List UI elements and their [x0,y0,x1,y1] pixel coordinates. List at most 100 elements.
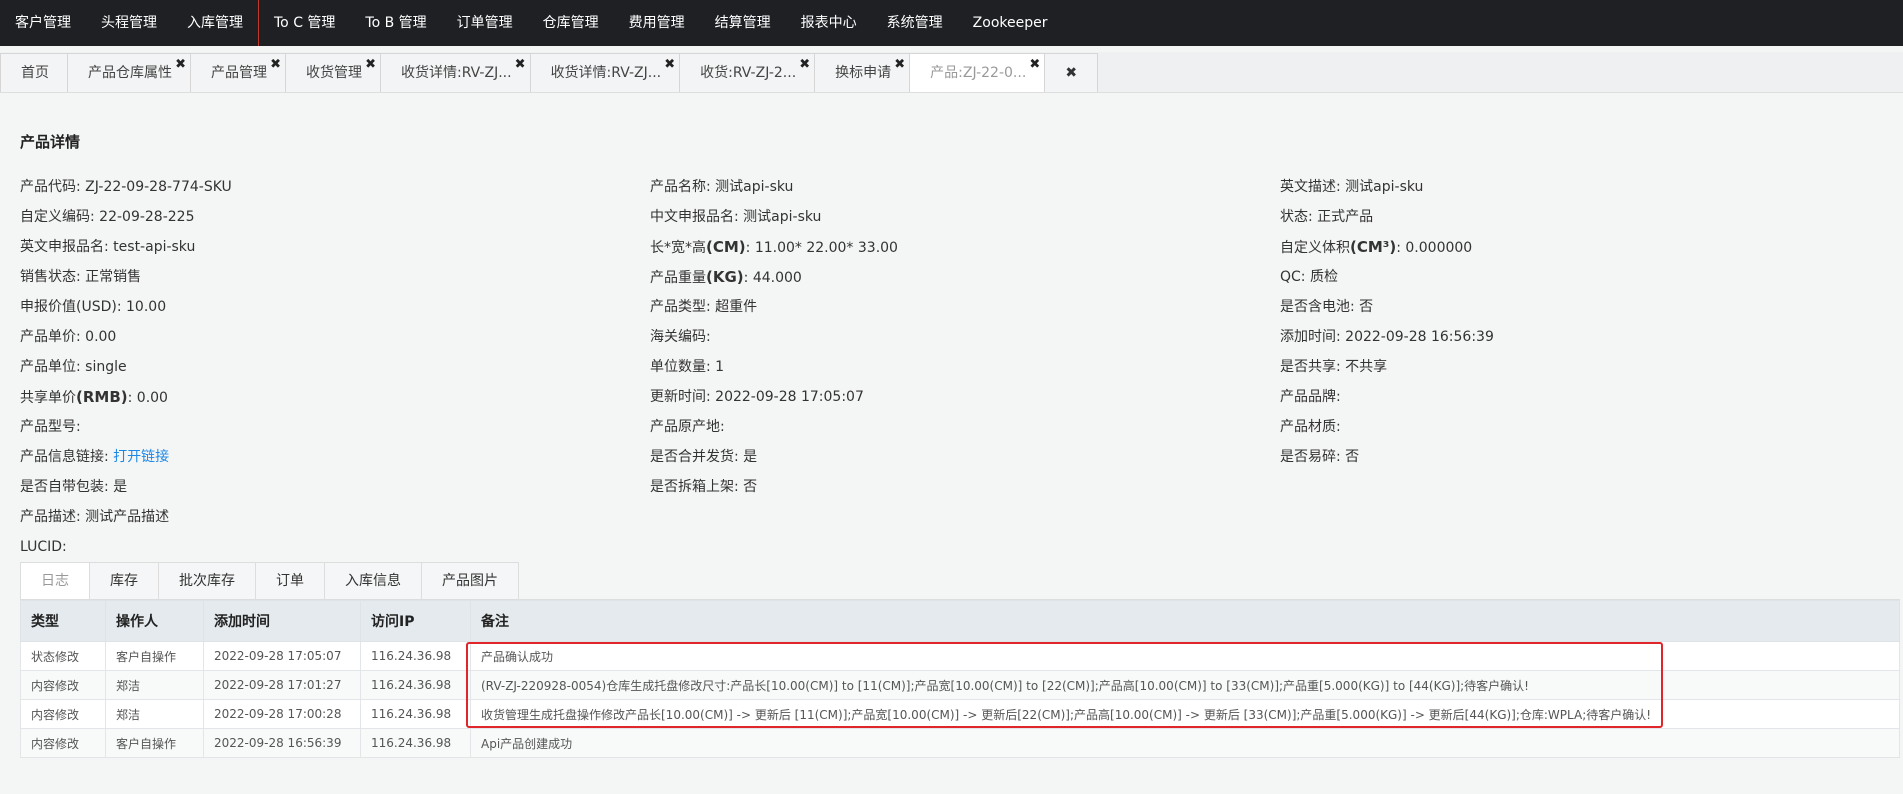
tab-label: 收货:RV-ZJ-2... [700,65,797,81]
detail-label: 是否共享: [1280,359,1346,375]
nav-item-6[interactable]: 仓库管理 [528,0,614,46]
close-icon[interactable]: ✖ [270,45,281,84]
detail-row: 产品描述: 测试产品描述 [20,502,232,532]
detail-row: 产品类型: 超重件 [650,292,898,322]
detail-tab-5[interactable]: 产品图片 [421,562,519,599]
detail-row: LUCID: [20,532,232,562]
detail-label: 产品代码: [20,179,86,195]
detail-value: 22-09-28-225 [99,209,195,225]
detail-label: 产品单价: [20,329,86,345]
tab-label: 产品管理 [211,65,267,81]
nav-item-11[interactable]: Zookeeper [958,0,1063,46]
close-icon[interactable]: ✖ [664,45,675,84]
table-cell: 产品确认成功 [470,641,1900,671]
detail-label: QC: [1280,269,1310,285]
detail-row: 销售状态: 正常销售 [20,262,232,292]
table-cell: 客户自操作 [105,641,204,671]
tab-label: 收货管理 [306,65,362,81]
nav-item-10[interactable]: 系统管理 [872,0,958,46]
top-navigation: 客户管理 头程管理 入库管理 To C 管理 To B 管理 订单管理 仓库管理 费用管理 结算… [0,0,1903,46]
tab-0[interactable]: 首页 [0,53,68,92]
detail-value: 0.000000 [1405,240,1473,256]
detail-label: LUCID: [20,539,67,555]
table-cell: 郑洁 [105,699,204,729]
open-link[interactable]: 打开链接 [113,449,169,465]
detail-label: 申报价值(USD): [20,299,127,315]
detail-row: 长*宽*高(CM): 11.00* 22.00* 33.00 [650,232,898,262]
detail-value: single [85,359,127,375]
detail-tab-4[interactable]: 入库信息 [324,562,422,599]
detail-label: 产品原产地: [650,419,725,435]
detail-row: 是否拆箱上架: 否 [650,472,898,502]
detail-value: 是 [743,449,758,465]
detail-label: 是否合并发货: [650,449,744,465]
detail-label: 单位数量: [650,359,716,375]
close-icon[interactable]: ✖ [894,45,905,84]
nav-item-7[interactable]: 费用管理 [614,0,700,46]
close-all-tabs-button[interactable]: ✖ [1044,53,1099,92]
table-cell: Api产品创建成功 [470,728,1900,758]
nav-item-1[interactable]: 头程管理 [86,0,172,46]
detail-label: 共享单价(RMB): [20,388,137,406]
column-header: 类型 [20,600,106,642]
detail-label: 添加时间: [1280,329,1346,345]
detail-label: 产品单位: [20,359,86,375]
detail-value: 0.00 [85,329,117,345]
table-cell: 116.24.36.98 [360,641,471,671]
detail-row: 是否共享: 不共享 [1280,352,1494,382]
tab-7[interactable]: 换标申请 ✖ [814,53,911,92]
tab-label: 收货详情:RV-ZJ... [550,65,662,81]
detail-value: 1 [715,359,725,375]
detail-row: 自定义体积(CM³): 0.000000 [1280,232,1494,262]
tab-5[interactable]: 收货详情:RV-ZJ... ✖ [529,53,681,92]
tab-label: 首页 [21,65,49,81]
detail-value: 否 [1345,449,1360,465]
detail-row: 是否含电池: 否 [1280,292,1494,322]
nav-item-5[interactable]: 订单管理 [442,0,528,46]
detail-value: 正式产品 [1317,209,1374,225]
tab-1[interactable]: 产品仓库属性 ✖ [67,53,191,92]
detail-row: 产品品牌: [1280,382,1494,412]
close-icon[interactable]: ✖ [515,45,526,84]
close-icon[interactable]: ✖ [175,45,186,84]
nav-item-8[interactable]: 结算管理 [700,0,786,46]
close-icon[interactable]: ✖ [365,45,376,84]
page-tab-bar: 首页 产品仓库属性 ✖ 产品管理 ✖ 收货管理 ✖ 收货详情:RV-ZJ... ✖ 收货详情:RV… [0,52,1903,93]
tab-4[interactable]: 收货详情:RV-ZJ... ✖ [380,53,531,92]
nav-item-9[interactable]: 报表中心 [786,0,872,46]
detail-row: 产品重量(KG): 44.000 [650,262,898,292]
detail-value: test-api-sku [113,239,196,255]
detail-value: 否 [1359,299,1374,315]
detail-column-3: 英文描述: 测试api-sku 状态: 正式产品 自定义体积(CM³): 0.000… [1280,172,1494,472]
detail-row: 英文申报品名: test-api-sku [20,232,232,262]
detail-label: 自定义编码: [20,209,100,225]
close-icon[interactable]: ✖ [799,45,810,84]
tab-6[interactable]: 收货:RV-ZJ-2... ✖ [679,53,816,92]
detail-label: 产品名称: [650,179,716,195]
tab-8[interactable]: 产品:ZJ-22-0... ✖ [909,53,1046,92]
tab-3[interactable]: 收货管理 ✖ [285,53,381,92]
detail-value: 是 [113,479,128,495]
close-icon[interactable]: ✖ [1029,45,1040,84]
table-cell: 内容修改 [20,670,106,700]
detail-label: 英文申报品名: [20,239,114,255]
detail-row: 产品原产地: [650,412,898,442]
detail-tab-2[interactable]: 批次库存 [158,562,256,599]
nav-item-3[interactable]: To C 管理 [258,0,350,46]
detail-label: 产品材质: [1280,419,1341,435]
detail-label: 是否易碎: [1280,449,1346,465]
detail-tab-0[interactable]: 日志 [20,562,90,599]
detail-value: 2022-09-28 16:56:39 [1345,329,1494,345]
nav-item-2[interactable]: 入库管理 [172,0,258,46]
detail-column-2: 产品名称: 测试api-sku 中文申报品名: 测试api-sku 长*宽*高(CM… [650,172,898,502]
nav-item-4[interactable]: To B 管理 [350,0,441,46]
nav-item-0[interactable]: 客户管理 [0,0,86,46]
detail-tab-3[interactable]: 订单 [255,562,325,599]
detail-value: 正常销售 [85,269,142,285]
detail-row: 共享单价(RMB): 0.00 [20,382,232,412]
table-cell: (RV-ZJ-220928-0054)仓库生成托盘修改尺寸:产品长[10.00(… [470,670,1900,700]
detail-tab-1[interactable]: 库存 [89,562,159,599]
tab-2[interactable]: 产品管理 ✖ [190,53,286,92]
detail-label: 自定义体积(CM³): [1280,238,1406,256]
detail-label: 英文描述: [1280,179,1346,195]
